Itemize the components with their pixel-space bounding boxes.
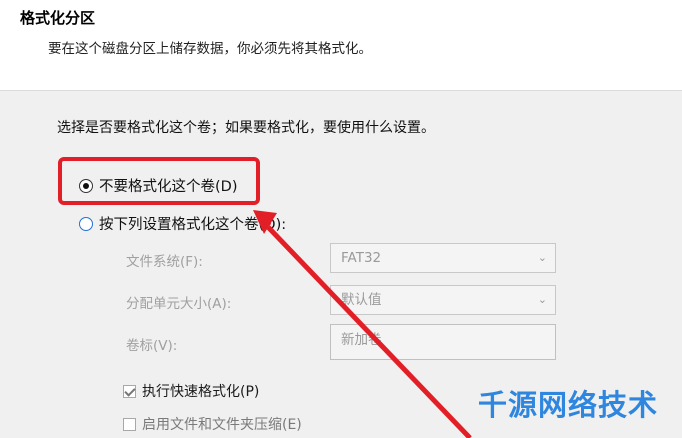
red-arrow-annotation (253, 210, 472, 438)
watermark-text: 千源网络技术 (478, 388, 659, 422)
arrow-shaft (266, 225, 472, 438)
